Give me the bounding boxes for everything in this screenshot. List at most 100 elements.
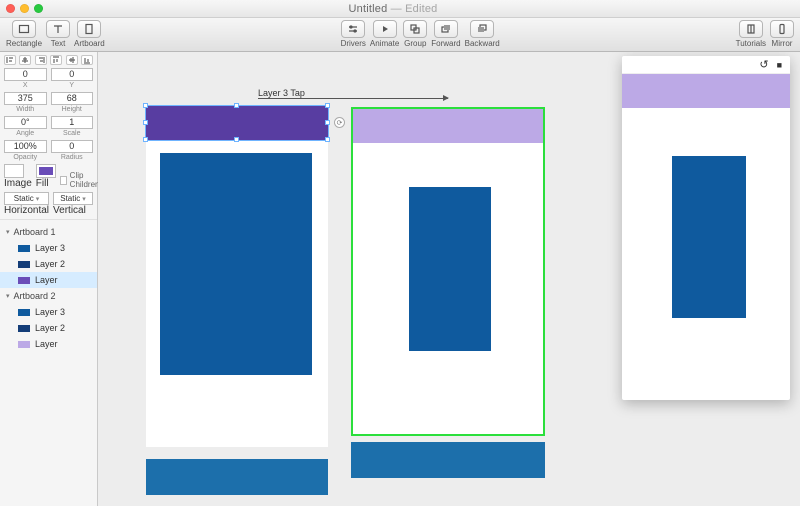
layer-rectangle[interactable] bbox=[409, 187, 491, 351]
rectangle-tool-button[interactable]: Rectangle bbox=[6, 20, 42, 48]
align-bottom-button[interactable] bbox=[81, 55, 93, 65]
layer-color-swatch bbox=[18, 325, 30, 332]
artboard-header[interactable]: ▾Artboard 1 bbox=[0, 224, 97, 240]
vertical-constraint-label: Vertical bbox=[53, 205, 93, 216]
align-left-button[interactable] bbox=[4, 55, 16, 65]
layer-rectangle[interactable] bbox=[351, 442, 545, 478]
disclosure-triangle-icon: ▾ bbox=[6, 228, 10, 236]
preview-layer bbox=[622, 74, 790, 108]
drivers-button[interactable]: Drivers bbox=[341, 20, 366, 48]
minimize-window-button[interactable] bbox=[20, 4, 29, 13]
resize-handle-top-left[interactable] bbox=[143, 103, 148, 108]
undo-icon[interactable]: ↺ bbox=[759, 58, 768, 71]
opacity-label: Opacity bbox=[4, 154, 47, 161]
layer-item[interactable]: Layer 2 bbox=[0, 256, 97, 272]
align-right-button[interactable] bbox=[35, 55, 47, 65]
artboard-2[interactable] bbox=[351, 107, 545, 436]
layer-label: Layer 2 bbox=[35, 259, 65, 269]
clip-children-label: Clip Children bbox=[70, 171, 102, 189]
forward-button[interactable]: Forward bbox=[431, 20, 460, 48]
window-edited-label: — Edited bbox=[391, 3, 438, 15]
layer-label: Layer bbox=[35, 339, 58, 349]
width-input[interactable]: 375 bbox=[4, 92, 47, 105]
vertical-constraint-select[interactable]: Static bbox=[53, 192, 93, 205]
canvas[interactable]: Layer 3 Tap ⟳ ↺ ■ bbox=[98, 52, 800, 506]
horizontal-constraint-label: Horizontal bbox=[4, 205, 49, 216]
horizontal-constraint-select[interactable]: Static bbox=[4, 192, 49, 205]
align-top-button[interactable] bbox=[50, 55, 62, 65]
opacity-input[interactable]: 100% bbox=[4, 140, 47, 153]
phone-icon bbox=[776, 23, 788, 35]
layer-label: Layer bbox=[35, 275, 58, 285]
layer-rectangle[interactable] bbox=[353, 109, 543, 143]
layers-panel: ▾Artboard 1 Layer 3 Layer 2 Layer ▾ Artbo… bbox=[0, 224, 97, 352]
layer-item[interactable]: Layer 3 bbox=[0, 240, 97, 256]
forward-label: Forward bbox=[431, 39, 460, 48]
mirror-label: Mirror bbox=[772, 39, 793, 48]
layer-item[interactable]: Layer 3 bbox=[0, 304, 97, 320]
artboard-1[interactable] bbox=[146, 107, 328, 447]
drivers-label: Drivers bbox=[341, 39, 366, 48]
animation-label: Layer 3 Tap bbox=[258, 88, 305, 98]
close-window-button[interactable] bbox=[6, 4, 15, 13]
resize-handle-bottom-right[interactable] bbox=[325, 137, 330, 142]
layer-rectangle[interactable] bbox=[146, 459, 328, 495]
resize-handle-bottom-left[interactable] bbox=[143, 137, 148, 142]
x-input[interactable]: 0 bbox=[4, 68, 47, 81]
scale-label: Scale bbox=[51, 130, 94, 137]
layer-rectangle[interactable] bbox=[146, 106, 328, 140]
artboard-label: Artboard 2 bbox=[14, 291, 56, 301]
layer-item[interactable]: Layer 2 bbox=[0, 320, 97, 336]
text-tool-button[interactable]: Text bbox=[46, 20, 70, 48]
x-label: X bbox=[4, 82, 47, 89]
drivers-icon bbox=[347, 23, 359, 35]
mirror-button[interactable]: Mirror bbox=[770, 20, 794, 48]
align-center-v-button[interactable] bbox=[66, 55, 78, 65]
tutorials-label: Tutorials bbox=[736, 39, 766, 48]
disclosure-triangle-icon: ▾ bbox=[6, 292, 10, 300]
width-label: Width bbox=[4, 106, 47, 113]
group-button[interactable]: Group bbox=[403, 20, 427, 48]
fill-swatch[interactable] bbox=[36, 164, 56, 178]
layer-item[interactable]: Layer bbox=[0, 336, 97, 352]
scale-input[interactable]: 1 bbox=[51, 116, 94, 129]
layer-rectangle[interactable] bbox=[160, 153, 312, 375]
book-icon bbox=[745, 23, 757, 35]
rectangle-tool-label: Rectangle bbox=[6, 39, 42, 48]
resize-handle-top-right[interactable] bbox=[325, 103, 330, 108]
backward-icon bbox=[476, 23, 488, 35]
artboard-header[interactable]: ▾ Artboard 2 bbox=[0, 288, 97, 304]
layer-label: Layer 3 bbox=[35, 307, 65, 317]
record-icon[interactable]: ■ bbox=[777, 60, 782, 70]
resize-handle-top[interactable] bbox=[234, 103, 239, 108]
resize-handle-right[interactable] bbox=[325, 120, 330, 125]
backward-button[interactable]: Backward bbox=[465, 20, 500, 48]
text-tool-label: Text bbox=[51, 39, 66, 48]
forward-icon bbox=[440, 23, 452, 35]
animate-button[interactable]: Animate bbox=[370, 20, 399, 48]
y-input[interactable]: 0 bbox=[51, 68, 94, 81]
resize-handle-bottom[interactable] bbox=[234, 137, 239, 142]
image-swatch[interactable] bbox=[4, 164, 24, 178]
layer-color-swatch bbox=[18, 341, 30, 348]
rotate-handle[interactable]: ⟳ bbox=[334, 117, 345, 128]
backward-label: Backward bbox=[465, 39, 500, 48]
height-input[interactable]: 68 bbox=[51, 92, 94, 105]
layer-color-swatch bbox=[18, 245, 30, 252]
align-center-h-button[interactable] bbox=[19, 55, 31, 65]
clip-children-checkbox[interactable] bbox=[60, 176, 67, 185]
angle-input[interactable]: 0° bbox=[4, 116, 47, 129]
zoom-window-button[interactable] bbox=[34, 4, 43, 13]
preview-layer bbox=[672, 156, 746, 318]
selected-layer[interactable]: ⟳ bbox=[146, 106, 328, 140]
alignment-buttons bbox=[4, 55, 93, 65]
radius-input[interactable]: 0 bbox=[51, 140, 94, 153]
radius-label: Radius bbox=[51, 154, 94, 161]
layer-item-selected[interactable]: Layer bbox=[0, 272, 97, 288]
tutorials-button[interactable]: Tutorials bbox=[736, 20, 766, 48]
artboard-tool-button[interactable]: Artboard bbox=[74, 20, 105, 48]
main-toolbar: Rectangle Text Artboard Drivers Animate … bbox=[0, 18, 800, 52]
image-label: Image bbox=[4, 178, 32, 189]
resize-handle-left[interactable] bbox=[143, 120, 148, 125]
preview-window[interactable]: ↺ ■ bbox=[622, 56, 790, 400]
